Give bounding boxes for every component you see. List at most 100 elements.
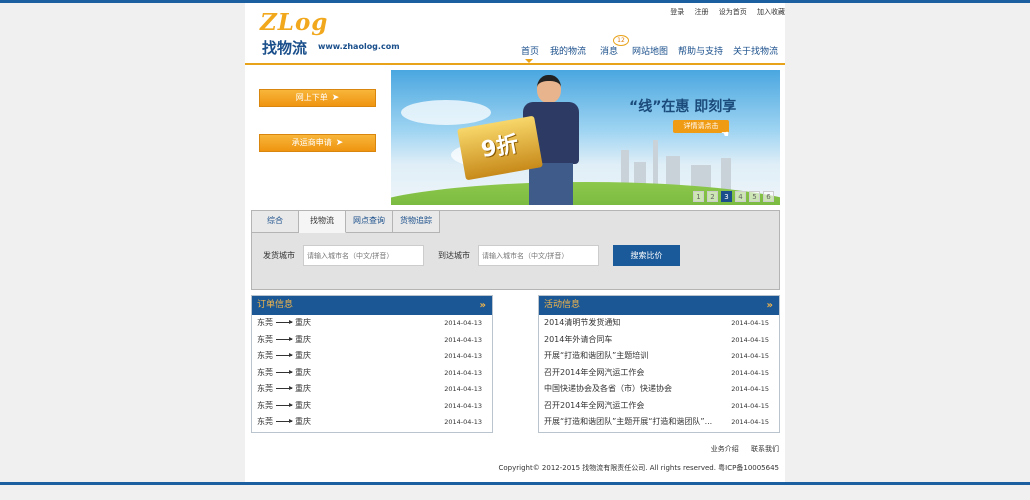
destination-city-input[interactable] [478,245,599,266]
order-date: 2014-04-13 [444,368,482,377]
order-list: 东莞 重庆 2014-04-13 东莞 重庆 2014-04-13 东莞 重庆 2014-04-… [252,315,492,431]
copyright-text: Copyright© 2012-2015 找物流有限责任公司. All righ… [498,464,780,472]
order-online-label: 网上下单 [295,93,328,102]
order-date: 2014-04-13 [444,352,482,360]
order-date: 2014-04-13 [444,385,482,393]
nav-sitemap[interactable]: 网站地图 [632,44,668,57]
activity-date: 2014-04-15 [731,401,769,410]
top-links: 登录 注册 设为首页 加入收藏 [662,7,785,17]
order-date: 2014-04-13 [444,319,482,327]
search-tabs: 综合 找物流 网点查询 货物追踪 [252,211,440,233]
pager-dot[interactable]: 1 [693,191,704,202]
pager-dot[interactable]: 6 [763,191,774,202]
footer-contact-link[interactable]: 联系我们 [751,445,779,453]
order-destination: 重庆 [295,351,311,360]
add-favorite-link[interactable]: 加入收藏 [757,8,785,16]
order-row[interactable]: 东莞 重庆 2014-04-13 [252,414,492,431]
activity-date: 2014-04-15 [731,385,769,393]
promo-banner[interactable]: 9折 “线”在惠 即刻享 详情请点击 ☚ 1 2 3 4 5 6 [391,70,780,205]
origin-city-label: 发货城市 [263,251,295,260]
search-box: 综合 找物流 网点查询 货物追踪 发货城市 到达城市 搜索比价 [251,210,780,290]
nav-my-logistics[interactable]: 我的物流 [550,44,586,57]
pager-dot[interactable]: 4 [735,191,746,202]
tab-cargo-tracking[interactable]: 货物追踪 [393,211,440,233]
activity-title: 召开2014年全网汽运工作会 [544,400,645,410]
activity-list: 2014清明节发货通知 2014-04-15 2014年外请合同车 2014-04-1… [539,315,779,431]
origin-city-input[interactable] [303,245,424,266]
activity-date: 2014-04-15 [731,335,769,344]
nav-divider [245,63,785,65]
nav-help[interactable]: 帮助与支持 [678,44,723,57]
order-origin: 东莞 [257,400,273,410]
order-row[interactable]: 东莞 重庆 2014-04-13 [252,398,492,415]
tab-find-logistics[interactable]: 找物流 [299,211,346,233]
order-online-button[interactable]: 网上下单 ➤ [259,89,376,107]
nav-messages[interactable]: 消息 [600,44,618,57]
route-arrow-icon [276,386,293,390]
activity-row[interactable]: 召开2014年全网汽运工作会 2014-04-15 [539,365,779,382]
activity-date: 2014-04-15 [731,418,769,426]
activity-row[interactable]: 中国快递协会及各省（市）快递协会 2014-04-15 [539,381,779,398]
activity-title: 开展“打造和谐团队”主题培训 [544,351,649,360]
activity-row[interactable]: 开展“打造和谐团队”主题开展“打造和谐团队”... 2014-04-15 [539,414,779,431]
set-homepage-link[interactable]: 设为首页 [719,8,747,16]
order-info-panel: 订单信息 » 东莞 重庆 2014-04-13 东莞 重庆 2014-04-13 东莞 重庆 2… [251,295,493,433]
order-destination: 重庆 [295,384,311,393]
route-arrow-icon [276,353,293,357]
order-row[interactable]: 东莞 重庆 2014-04-13 [252,348,492,365]
banner-slogan: “线”在惠 即刻享 [629,99,737,115]
order-origin: 东莞 [257,318,273,327]
nav-about[interactable]: 关于找物流 [733,44,778,57]
tab-outlet-query[interactable]: 网点查询 [346,211,393,233]
order-origin: 东莞 [257,334,273,344]
nav-home[interactable]: 首页 [521,44,539,63]
login-link[interactable]: 登录 [670,8,684,16]
destination-city-label: 到达城市 [438,251,470,260]
register-link[interactable]: 注册 [695,8,709,16]
footer-business-link[interactable]: 业务介绍 [711,445,739,453]
order-row[interactable]: 东莞 重庆 2014-04-13 [252,381,492,398]
city-skyline [721,158,731,190]
search-form: 发货城市 到达城市 搜索比价 [252,233,779,289]
more-arrow-icon[interactable]: » [767,296,773,315]
tab-general[interactable]: 综合 [252,211,299,233]
arrow-right-icon: ➤ [335,138,344,148]
activity-title: 中国快递协会及各省（市）快递协会 [544,384,672,393]
route-arrow-icon [276,419,293,423]
order-date: 2014-04-13 [444,401,482,410]
more-arrow-icon[interactable]: » [480,296,486,315]
activity-info-panel: 活动信息 » 2014清明节发货通知 2014-04-15 2014年外请合同车 20… [538,295,780,433]
activity-title: 开展“打造和谐团队”主题开展“打造和谐团队”... [544,417,713,426]
footer-links: 业务介绍 联系我们 [701,444,779,454]
activity-row[interactable]: 2014年外请合同车 2014-04-15 [539,332,779,349]
arrow-right-icon: ➤ [331,93,340,103]
order-destination: 重庆 [295,367,311,377]
order-origin: 东莞 [257,351,273,360]
panel-title: 订单信息 [257,300,294,310]
route-arrow-icon [276,336,293,341]
activity-date: 2014-04-15 [731,368,769,377]
order-origin: 东莞 [257,384,273,393]
order-destination: 重庆 [295,318,311,327]
pager-dot[interactable]: 2 [707,191,718,202]
order-row[interactable]: 东莞 重庆 2014-04-13 [252,315,492,332]
order-date: 2014-04-13 [444,418,482,426]
carrier-apply-button[interactable]: 承运商申请 ➤ [259,134,376,152]
activity-row[interactable]: 召开2014年全网汽运工作会 2014-04-15 [539,398,779,415]
pager-dot[interactable]: 5 [749,191,760,202]
activity-row[interactable]: 开展“打造和谐团队”主题培训 2014-04-15 [539,348,779,365]
site-logo[interactable]: ZLog 找物流 www.zhaolog.com [260,11,400,58]
search-compare-button[interactable]: 搜索比价 [613,245,680,266]
order-row[interactable]: 东莞 重庆 2014-04-13 [252,365,492,382]
order-destination: 重庆 [295,417,311,426]
page-container: 登录 注册 设为首页 加入收藏 ZLog 找物流 www.zhaolog.com… [245,3,785,482]
bottom-accent-bar [0,482,1030,485]
hand-cursor-icon: ☚ [721,130,730,140]
activity-title: 2014年外请合同车 [544,334,613,344]
activity-row[interactable]: 2014清明节发货通知 2014-04-15 [539,315,779,332]
activity-date: 2014-04-15 [731,319,769,327]
pager-dot-active[interactable]: 3 [721,191,732,202]
order-date: 2014-04-13 [444,335,482,344]
order-row[interactable]: 东莞 重庆 2014-04-13 [252,332,492,349]
order-destination: 重庆 [295,400,311,410]
